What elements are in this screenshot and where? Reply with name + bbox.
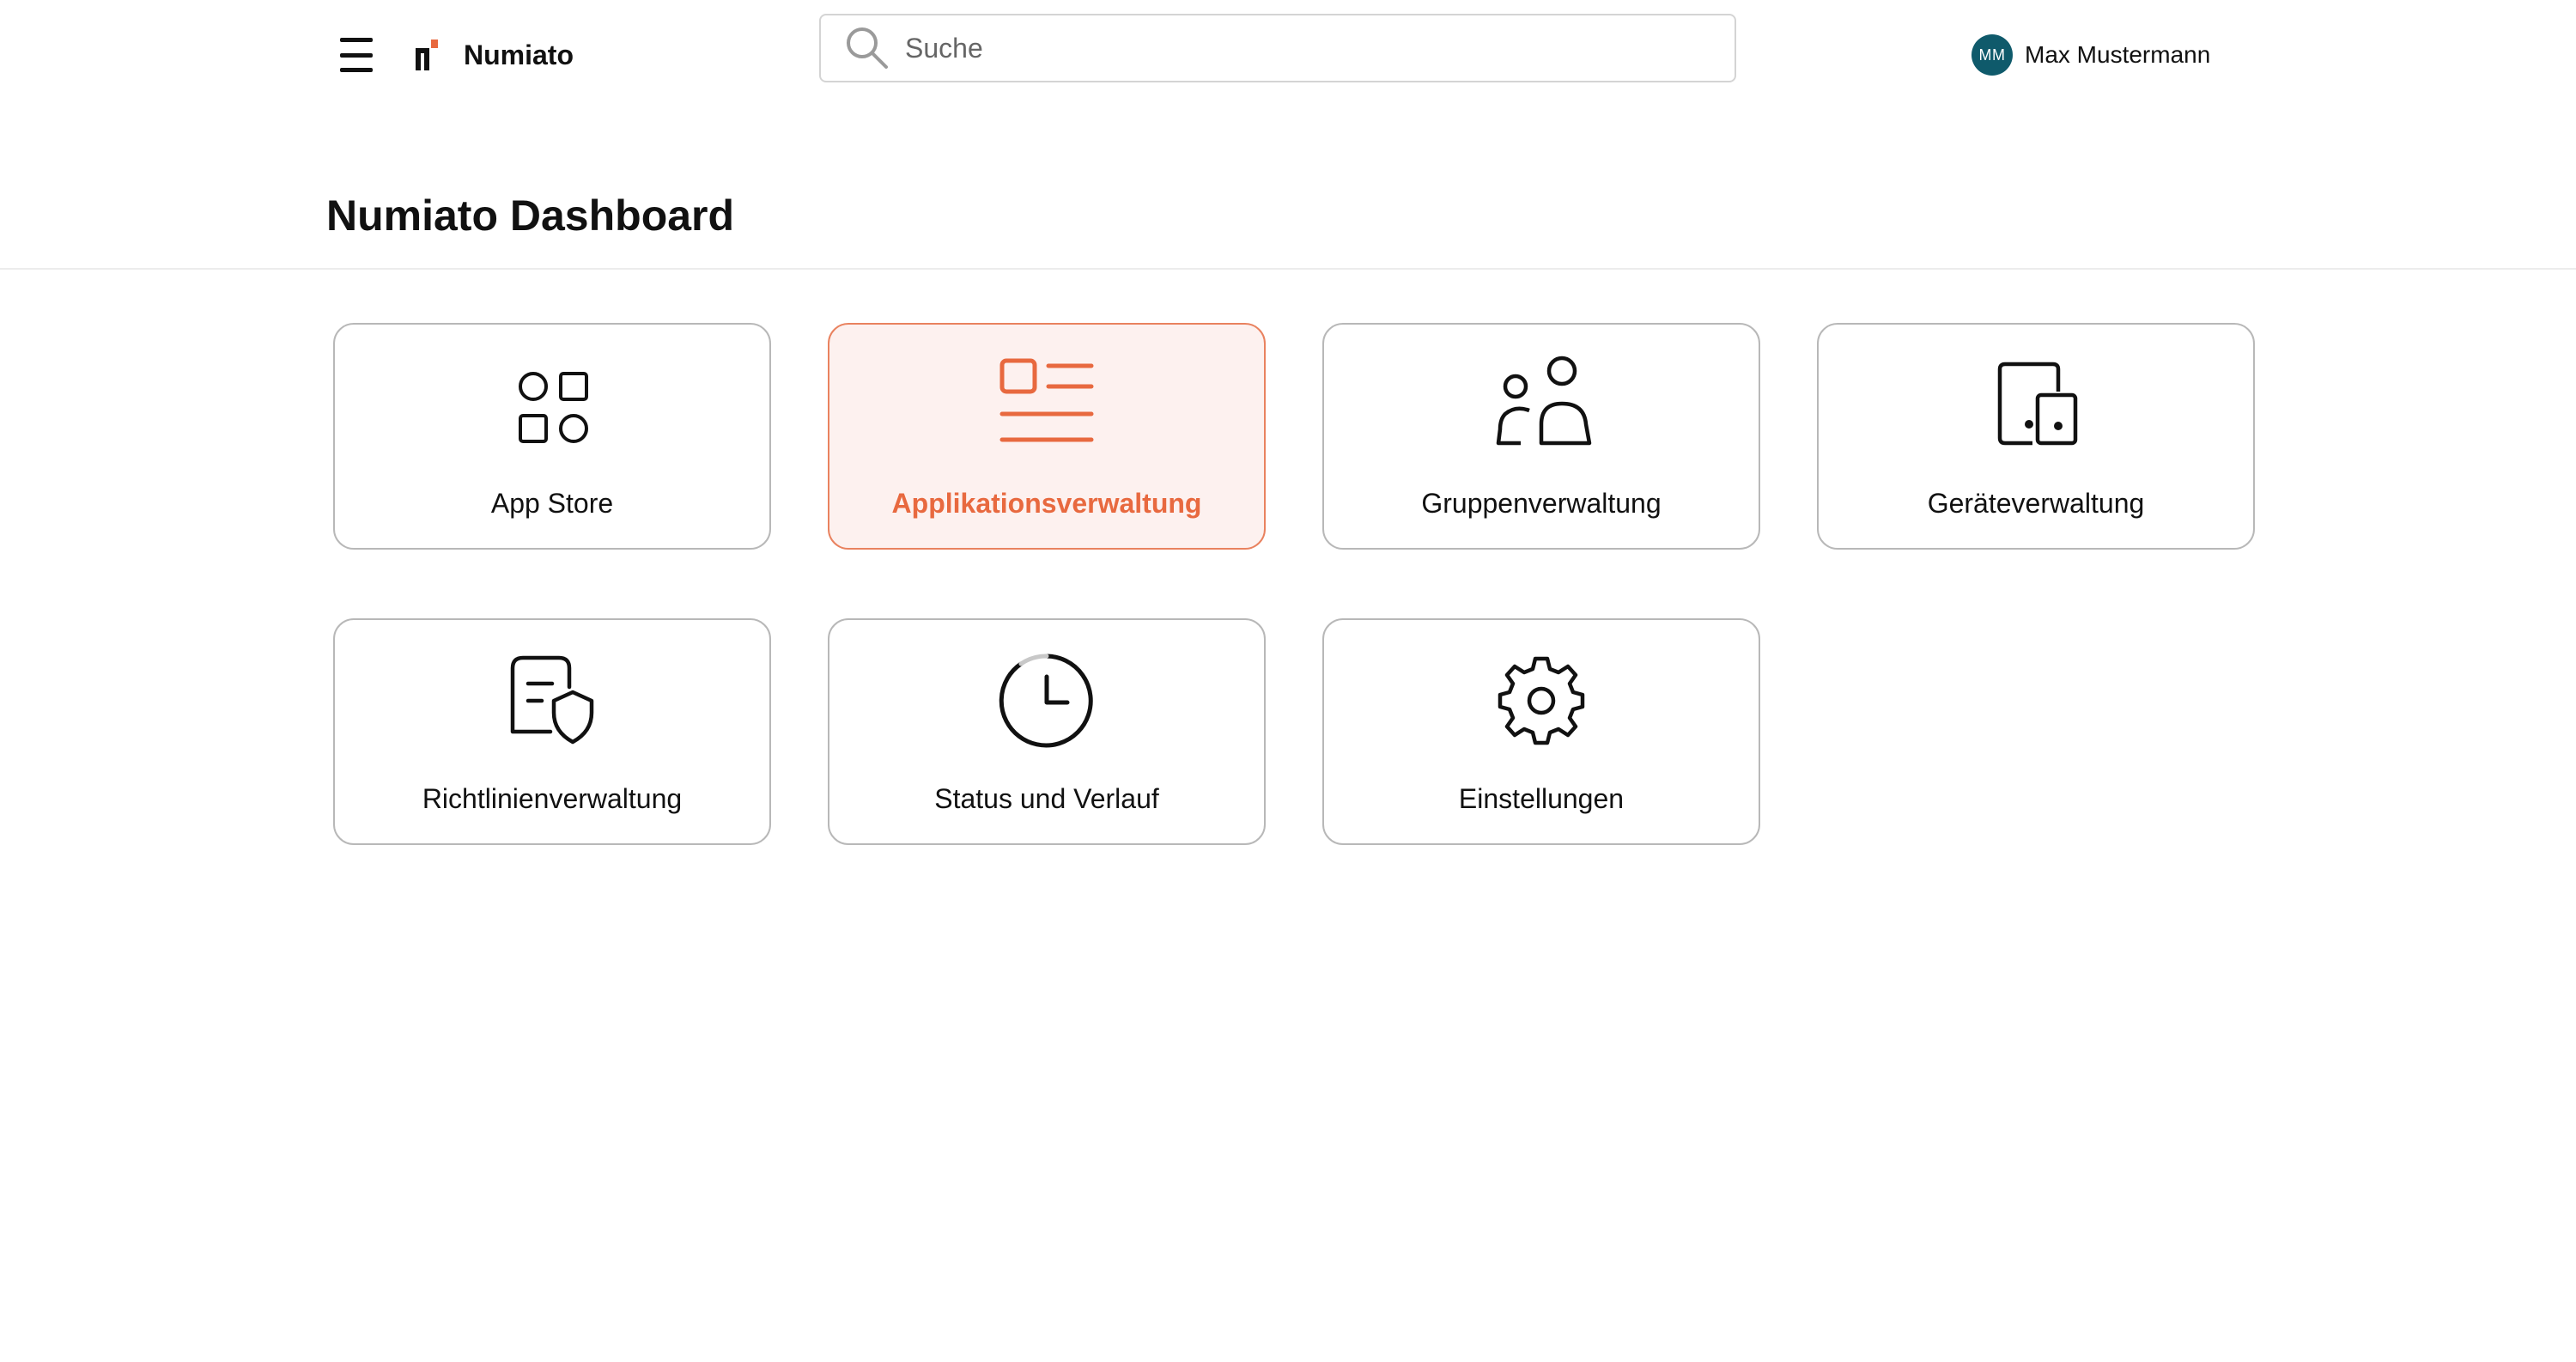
tile-gruppenverwaltung[interactable]: Gruppenverwaltung (1322, 323, 1760, 550)
numiato-logo-icon[interactable] (414, 38, 441, 72)
tile-label: Richtlinienverwaltung (422, 783, 683, 814)
search-input[interactable] (903, 31, 1676, 65)
tile-label: Status und Verlauf (934, 783, 1159, 814)
tile-einstellungen[interactable]: Einstellungen (1322, 618, 1760, 845)
hamburger-icon-line (340, 38, 373, 42)
tile-richtlinienverwaltung[interactable]: Richtlinienverwaltung (333, 618, 771, 845)
tile-app-store[interactable]: App Store (333, 323, 771, 550)
avatar: MM (1971, 34, 2013, 76)
tile-label: App Store (490, 488, 614, 519)
policy-shield-icon (510, 655, 594, 745)
tile-label: Applikationsverwaltung (891, 488, 1202, 519)
list-icon (999, 358, 1094, 442)
clock-icon (999, 654, 1093, 748)
apps-grid-icon (519, 372, 588, 443)
tile-label: Geräteverwaltung (1927, 488, 2145, 519)
gear-icon (1498, 656, 1585, 745)
hamburger-icon-line (340, 52, 373, 58)
page-title: Numiato Dashboard (326, 192, 735, 240)
search-icon (847, 27, 888, 69)
tile-status-und-verlauf[interactable]: Status und Verlauf (828, 618, 1266, 845)
tile-applikationsverwaltung[interactable]: Applikationsverwaltung (828, 323, 1266, 550)
search-bar[interactable] (819, 14, 1736, 82)
devices-icon (1997, 362, 2078, 446)
tile-geraeteverwaltung[interactable]: Geräteverwaltung (1817, 323, 2255, 550)
user-name: Max Mustermann (2025, 41, 2211, 68)
tile-label: Einstellungen (1458, 783, 1625, 814)
tile-label: Gruppenverwaltung (1421, 488, 1662, 519)
user-menu[interactable]: MM Max Mustermann (1971, 34, 2210, 76)
app-name[interactable]: Numiato (464, 38, 574, 72)
top-bar: Numiato MM Max Mustermann (0, 0, 2576, 112)
users-icon (1496, 356, 1592, 446)
header-divider (0, 268, 2576, 270)
hamburger-icon-line (340, 68, 373, 72)
hamburger-menu-button[interactable] (340, 38, 380, 72)
